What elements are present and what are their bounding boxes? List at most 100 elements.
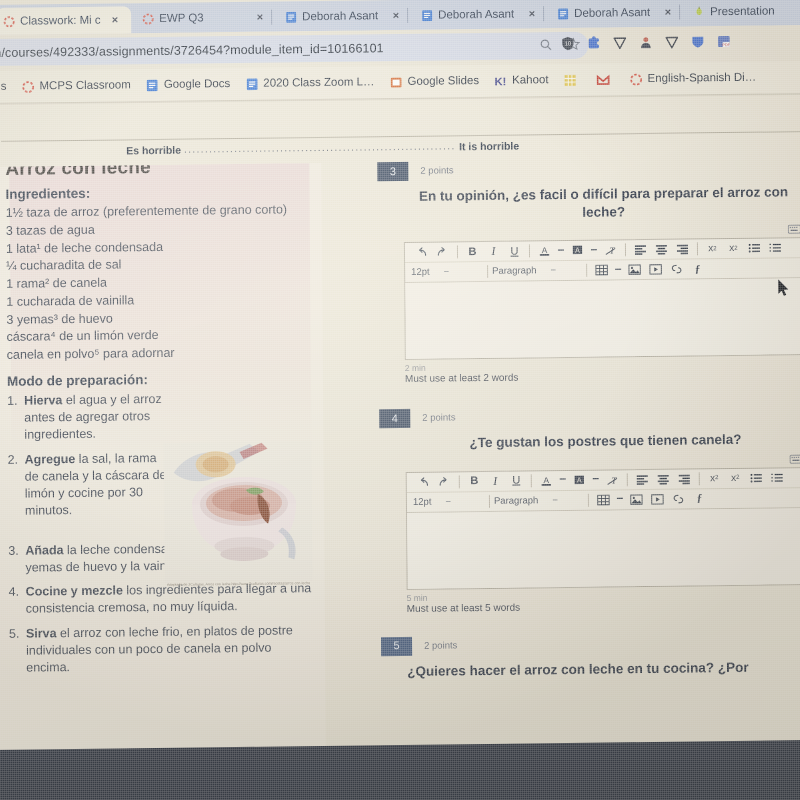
step-number: 2.	[7, 452, 19, 467]
bulleted-list-icon[interactable]	[746, 469, 767, 487]
browser-tab-0[interactable]: Classwork: Mi c ×	[0, 6, 132, 35]
superscript-icon[interactable]: x2	[704, 469, 725, 487]
undo-icon[interactable]	[413, 473, 434, 491]
caret-down-icon[interactable]	[614, 490, 626, 508]
shield-outline-icon[interactable]	[612, 35, 627, 55]
tab-close-icon[interactable]: ×	[393, 10, 400, 22]
caret-down-icon[interactable]	[612, 261, 624, 279]
browser-bottom-bar	[0, 739, 800, 800]
bulleted-list-icon[interactable]	[744, 239, 765, 257]
bookmark-item-gmail[interactable]	[592, 73, 618, 86]
caret-down-icon[interactable]	[590, 471, 602, 489]
tab-close-icon[interactable]: ×	[257, 12, 264, 24]
red-circle-icon	[3, 15, 15, 27]
tab-separator	[679, 4, 681, 20]
text-color-icon[interactable]: A	[536, 471, 557, 489]
bookmark-item-kahoot[interactable]: K! Kahoot	[490, 74, 553, 88]
insert-image-icon[interactable]	[624, 261, 645, 279]
browser-tab-4[interactable]: Deborah Asant ×	[550, 0, 678, 28]
align-right-icon[interactable]	[672, 240, 693, 258]
paragraph-style-select[interactable]: Paragraph −	[492, 265, 582, 278]
google-docs-icon	[557, 8, 569, 20]
pdf-icon[interactable]: PDF	[716, 34, 731, 54]
numbered-list-icon[interactable]	[767, 468, 788, 486]
highlight-color-icon[interactable]: A	[567, 242, 588, 260]
google-docs-icon	[245, 77, 258, 90]
address-bar[interactable]: n/courses/492333/assignments/3726454?mod…	[0, 31, 589, 67]
italic-icon[interactable]: I	[485, 472, 506, 490]
quiz-questions-panel: 3 2 points En tu opinión, ¿es facil o di…	[377, 157, 800, 800]
puzzle-blue-icon[interactable]	[586, 36, 601, 56]
bold-icon[interactable]: B	[464, 472, 485, 490]
blue-shield-icon[interactable]	[690, 34, 705, 54]
bookmark-item-sheets[interactable]	[559, 73, 585, 86]
paragraph-style-select[interactable]: Paragraph −	[494, 494, 584, 507]
caret-down-icon[interactable]	[555, 242, 567, 260]
shield-outline2-icon[interactable]	[664, 35, 679, 55]
rich-text-editor-4[interactable]: B I U A A T x2 x 2 12pt − Paragraph − ƒ	[405, 454, 800, 590]
bookmark-item-google-docs[interactable]: Google Docs	[142, 78, 235, 92]
insert-link-icon[interactable]	[668, 490, 689, 508]
italic-icon[interactable]: I	[483, 243, 504, 261]
person-lock-icon[interactable]	[638, 35, 653, 55]
step-number: 1.	[7, 393, 18, 408]
rich-text-editor-3[interactable]: B I U A A T x2 x 2 12pt − Paragraph − ƒ	[403, 225, 800, 361]
keyboard-shortcuts-icon[interactable]	[787, 225, 800, 238]
shield-badge-icon[interactable]: 10	[560, 36, 575, 56]
table-icon[interactable]	[591, 261, 612, 279]
browser-tab-2[interactable]: Deborah Asant ×	[278, 2, 406, 32]
tab-close-icon[interactable]: ×	[665, 7, 672, 19]
bookmark-item-english-spanish-dictionary[interactable]: English-Spanish Di…	[625, 71, 760, 86]
bookmark-item-mcps-classroom[interactable]: MCPS Classroom	[17, 79, 134, 93]
redo-icon[interactable]	[434, 473, 455, 491]
superscript-icon[interactable]: x2	[702, 240, 723, 258]
answer-textarea-4[interactable]	[407, 507, 800, 589]
insert-link-icon[interactable]	[666, 260, 687, 278]
bookmark-item-2020-class-zoom[interactable]: 2020 Class Zoom L…	[241, 76, 378, 91]
magnifier-icon[interactable]	[539, 38, 552, 54]
insert-media-icon[interactable]	[645, 261, 666, 279]
browser-tab-5[interactable]: Presentation	[686, 0, 800, 27]
mouse-cursor-icon	[777, 278, 790, 302]
align-left-icon[interactable]	[632, 470, 653, 488]
bold-icon[interactable]: B	[462, 243, 483, 261]
tab-close-icon[interactable]: ×	[112, 14, 119, 26]
accessibility-icon[interactable]: ƒ	[687, 260, 708, 278]
browser-tab-3[interactable]: Deborah Asant ×	[414, 0, 542, 30]
font-size-select[interactable]: 12pt −	[413, 496, 485, 507]
tab-close-icon[interactable]: ×	[529, 8, 536, 20]
highlight-color-icon[interactable]: A	[569, 471, 590, 489]
answer-textarea-3[interactable]	[405, 278, 800, 360]
numbered-list-icon[interactable]	[765, 239, 786, 257]
text-color-icon[interactable]: A	[534, 242, 555, 260]
caret-down-icon: −	[550, 265, 557, 277]
glossary-english-term: It is horrible	[459, 140, 520, 153]
subscript-icon[interactable]: x2	[725, 469, 746, 487]
align-center-icon[interactable]	[653, 470, 674, 488]
insert-media-icon[interactable]	[647, 490, 668, 508]
underline-icon[interactable]: U	[504, 242, 525, 260]
align-right-icon[interactable]	[674, 470, 695, 488]
bookmark-item[interactable]: s	[0, 81, 10, 93]
sheets-grid-icon	[563, 73, 576, 86]
table-icon[interactable]	[593, 491, 614, 509]
subscript-icon[interactable]: x2	[723, 240, 744, 258]
font-size-select[interactable]: 12pt −	[411, 266, 483, 278]
underline-icon[interactable]: U	[506, 472, 527, 490]
align-center-icon[interactable]	[651, 241, 672, 259]
insert-image-icon[interactable]	[626, 490, 647, 508]
redo-icon[interactable]	[432, 243, 453, 261]
clear-format-icon[interactable]: T	[600, 241, 621, 259]
clear-format-icon[interactable]: T	[602, 470, 623, 488]
svg-text:A: A	[575, 246, 580, 255]
keyboard-shortcuts-icon[interactable]	[789, 454, 800, 467]
browser-tab-label: Deborah Asant	[438, 8, 515, 22]
align-left-icon[interactable]	[630, 241, 651, 259]
caret-down-icon[interactable]	[557, 471, 569, 489]
page-content: Es horrible ............................…	[0, 94, 800, 800]
browser-tab-1[interactable]: EWP Q3 ×	[135, 4, 270, 34]
undo-icon[interactable]	[411, 244, 432, 262]
caret-down-icon[interactable]	[588, 242, 600, 260]
accessibility-icon[interactable]: ƒ	[689, 489, 710, 507]
bookmark-item-google-slides[interactable]: Google Slides	[385, 74, 483, 88]
